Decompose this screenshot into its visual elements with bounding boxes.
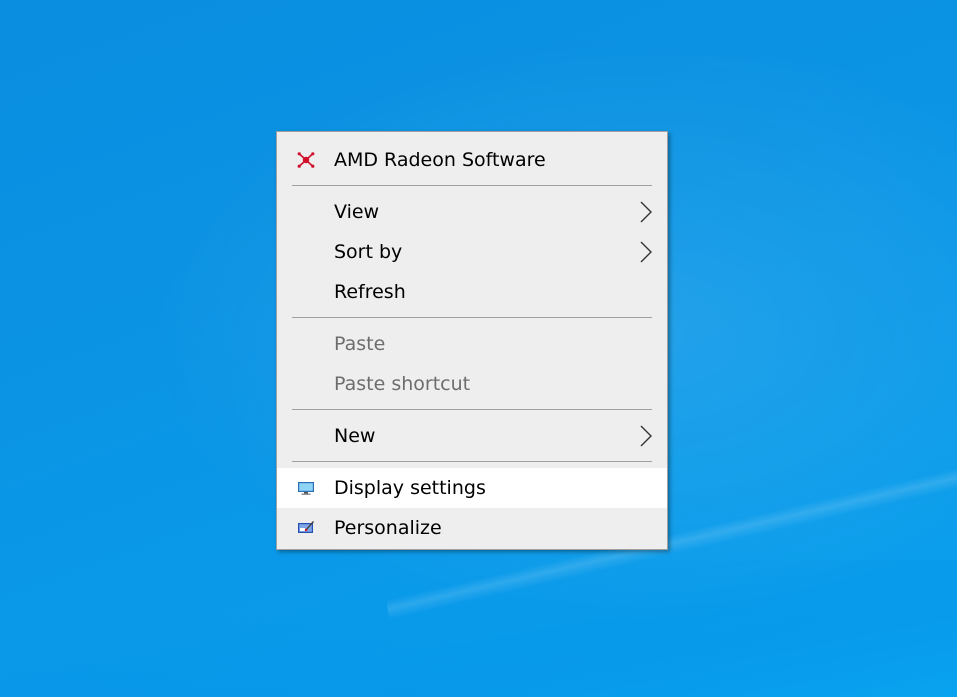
menu-item-label: New [334, 425, 376, 447]
menu-item-label: Refresh [334, 281, 406, 303]
menu-item-new[interactable]: New [277, 416, 667, 456]
amd-radeon-icon [297, 152, 315, 168]
menu-item-label: Paste [334, 333, 386, 355]
menu-item-label: Display settings [334, 477, 486, 499]
personalize-icon [298, 521, 315, 533]
menu-item-label: Personalize [334, 517, 442, 539]
menu-item-label: Sort by [334, 241, 403, 263]
menu-separator [292, 461, 652, 462]
menu-item-refresh[interactable]: Refresh [277, 272, 667, 312]
desktop[interactable]: AMD Radeon Software View Sort by Refresh… [0, 0, 957, 697]
chevron-right-icon [640, 425, 652, 447]
menu-item-sort-by[interactable]: Sort by [277, 232, 667, 272]
menu-separator [292, 317, 652, 318]
menu-separator [292, 409, 652, 410]
chevron-right-icon [640, 241, 652, 263]
menu-item-personalize[interactable]: Personalize [277, 508, 667, 548]
menu-separator [292, 185, 652, 186]
menu-item-paste-shortcut: Paste shortcut [277, 364, 667, 404]
desktop-context-menu: AMD Radeon Software View Sort by Refresh… [276, 131, 668, 550]
menu-item-label: Paste shortcut [334, 373, 471, 395]
menu-item-label: AMD Radeon Software [334, 149, 546, 171]
menu-item-amd-radeon-software[interactable]: AMD Radeon Software [277, 140, 667, 180]
wallpaper-shade [0, 560, 957, 697]
chevron-right-icon [640, 201, 652, 223]
menu-item-view[interactable]: View [277, 192, 667, 232]
display-settings-icon [298, 482, 314, 495]
menu-item-label: View [334, 201, 380, 223]
menu-item-paste: Paste [277, 324, 667, 364]
menu-item-display-settings[interactable]: Display settings [277, 468, 667, 508]
